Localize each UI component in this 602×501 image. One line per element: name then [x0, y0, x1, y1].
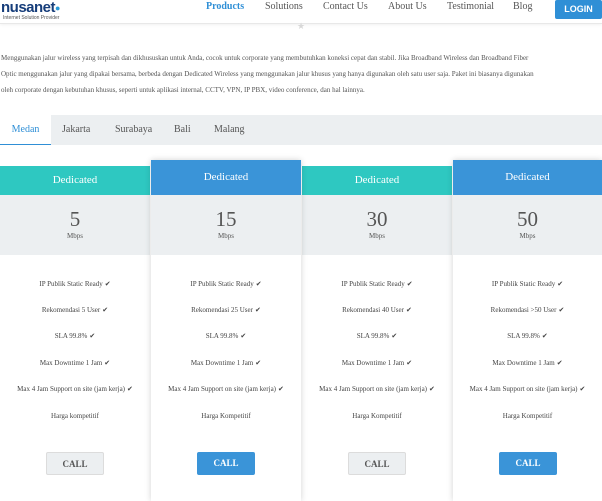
card-speed: 30	[366, 207, 388, 231]
check-icon: ✔	[406, 359, 413, 367]
check-icon: ✔	[255, 359, 262, 367]
check-icon: ✔	[254, 306, 261, 314]
card-unit: Mbps	[218, 232, 234, 240]
login-button[interactable]: LOGIN	[555, 0, 602, 19]
card-title: Dedicated	[302, 166, 452, 195]
nav-solutions[interactable]: Solutions	[265, 1, 303, 12]
feature-item: Rekomendasi 25 User ✔	[191, 306, 261, 314]
pricing-card: Dedicated 50 Mbps IP Publik Static Ready…	[453, 160, 602, 501]
nav-products[interactable]: Products	[206, 1, 244, 12]
tab-bali[interactable]: Bali	[174, 115, 191, 145]
card-speed: 5	[69, 207, 81, 231]
brand-name: nusanet	[1, 0, 56, 16]
intro-text: Menggunakan jalur wireless yang terpisah…	[1, 50, 602, 98]
intro-line: oleh corporate dengan kebutuhan khusus, …	[1, 86, 365, 94]
check-icon: ✔	[405, 306, 412, 314]
feature-item: Max Downtime 1 Jam ✔	[341, 359, 413, 367]
pricing-card: Dedicated 15 Mbps IP Publik Static Ready…	[151, 160, 301, 501]
feature-item: IP Publik Static Ready ✔	[341, 280, 413, 288]
feature-item: Max 4 Jam Support on site (jam kerja) ✔	[469, 385, 586, 393]
check-icon: ✔	[541, 332, 548, 340]
card-title: Dedicated	[453, 160, 602, 195]
feature-item: Harga Kompetitif	[352, 412, 402, 420]
call-button[interactable]: CALL	[348, 452, 406, 475]
feature-item: Rekomendasi 40 User ✔	[342, 306, 412, 314]
card-title: Dedicated	[0, 166, 150, 195]
feature-item: Rekomendasi 5 User ✔	[41, 306, 109, 314]
check-icon: ✔	[240, 332, 247, 340]
feature-item: Max Downtime 1 Jam ✔	[190, 359, 262, 367]
brand-tagline: Internet Solution Provider	[3, 15, 60, 21]
feature-item: Max Downtime 1 Jam ✔	[492, 359, 563, 367]
call-button[interactable]: CALL	[46, 452, 104, 475]
check-icon: ✔	[558, 306, 565, 314]
card-unit: Mbps	[67, 232, 83, 240]
card-price: 30 Mbps	[302, 195, 452, 255]
card-unit: Mbps	[369, 232, 385, 240]
feature-item: Harga kompetitif	[51, 412, 99, 420]
feature-item: Max 4 Jam Support on site (jam kerja) ✔	[168, 385, 284, 393]
check-icon: ✔	[391, 332, 398, 340]
feature-item: Harga Kompetitif	[201, 412, 251, 420]
feature-item: IP Publik Static Ready ✔	[190, 280, 262, 288]
feature-item: Max 4 Jam Support on site (jam kerja) ✔	[17, 385, 133, 393]
feature-item: Max Downtime 1 Jam ✔	[39, 359, 111, 367]
card-unit: Mbps	[519, 232, 536, 240]
feature-item: SLA 99.8% ✔	[507, 332, 548, 340]
feature-item: SLA 99.8% ✔	[356, 332, 398, 340]
card-price: 15 Mbps	[151, 195, 301, 255]
tab-medan[interactable]: Medan	[0, 115, 51, 145]
check-icon: ✔	[104, 280, 111, 288]
tab-malang[interactable]: Malang	[214, 115, 245, 145]
pricing-card: Dedicated 5 Mbps IP Publik Static Ready ✔…	[0, 166, 150, 501]
check-icon: ✔	[406, 280, 413, 288]
check-icon: ✔	[102, 306, 109, 314]
brand-logo[interactable]: nusanet● Internet Solution Provider	[1, 0, 60, 21]
check-icon: ✔	[255, 280, 262, 288]
intro-line: Optic menggunakan jalur yang dipakai ber…	[1, 70, 534, 78]
intro-line: Menggunakan jalur wireless yang terpisah…	[1, 54, 529, 62]
tab-jakarta[interactable]: Jakarta	[62, 115, 90, 145]
check-icon: ✔	[579, 385, 586, 393]
call-button[interactable]: CALL	[197, 452, 255, 475]
feature-item: Max 4 Jam Support on site (jam kerja) ✔	[319, 385, 435, 393]
feature-item: SLA 99.8% ✔	[54, 332, 96, 340]
check-icon: ✔	[89, 332, 96, 340]
check-icon: ✔	[429, 385, 435, 393]
star-icon: ★	[297, 21, 306, 31]
pricing-card: Dedicated 30 Mbps IP Publik Static Ready…	[302, 166, 452, 501]
card-speed: 15	[215, 207, 237, 231]
call-button[interactable]: CALL	[499, 452, 557, 475]
feature-item: IP Publik Static Ready ✔	[491, 280, 564, 288]
check-icon: ✔	[278, 385, 284, 393]
card-title: Dedicated	[151, 160, 301, 195]
nav-contact[interactable]: Contact Us	[323, 1, 368, 12]
feature-item: SLA 99.8% ✔	[205, 332, 247, 340]
tab-surabaya[interactable]: Surabaya	[115, 115, 152, 145]
check-icon: ✔	[556, 359, 563, 367]
feature-item: Rekomendasi >50 User ✔	[490, 306, 565, 314]
check-icon: ✔	[557, 280, 564, 288]
check-icon: ✔	[104, 359, 111, 367]
feature-item: IP Publik Static Ready ✔	[39, 280, 111, 288]
nav-testimonial[interactable]: Testimonial	[447, 1, 494, 12]
card-speed: 50	[517, 207, 538, 231]
check-icon: ✔	[127, 385, 133, 393]
feature-item: Harga Kompetitif	[502, 412, 553, 420]
card-price: 5 Mbps	[0, 195, 150, 255]
card-price: 50 Mbps	[453, 195, 602, 255]
nav-about[interactable]: About Us	[388, 1, 427, 12]
nav-blog[interactable]: Blog	[513, 1, 532, 12]
city-tabs: Medan Jakarta Surabaya Bali Malang	[0, 115, 602, 145]
